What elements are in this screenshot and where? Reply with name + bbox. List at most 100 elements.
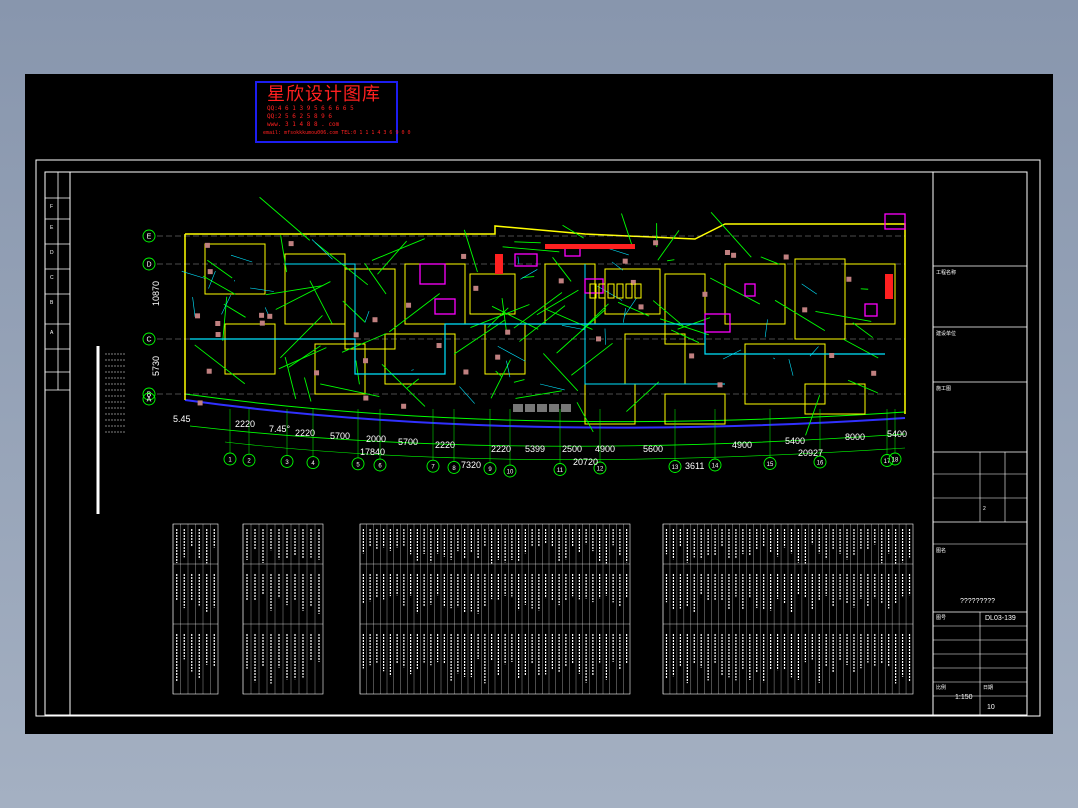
duct-52: [288, 345, 321, 368]
pipe-27: [622, 307, 626, 323]
tb-drawing-no: DL03-139: [985, 615, 1016, 622]
pipe-24: [411, 369, 414, 371]
axis-bubble-bottom-1: 1: [223, 409, 237, 466]
pipe-11: [192, 297, 196, 317]
duct-19: [847, 379, 878, 394]
axis-label: 2: [247, 459, 251, 465]
axis-label: 5: [356, 462, 360, 468]
duct-14: [223, 303, 246, 318]
duct-46: [652, 300, 684, 327]
column-14: [802, 307, 808, 313]
column-20: [461, 253, 467, 259]
duct-10: [388, 293, 440, 333]
stair-tread-3: [549, 404, 559, 412]
pipe-1: [773, 357, 776, 360]
floor-plan[interactable]: [157, 196, 906, 460]
column-29: [717, 382, 723, 388]
toilet-stall-4: [625, 283, 633, 299]
equipment-8: [864, 303, 878, 317]
drawing-border: [69, 171, 1028, 716]
column-34: [353, 332, 359, 338]
pipe-26: [520, 269, 538, 280]
column-8: [495, 354, 501, 360]
axis-bubble-bottom-4: 4: [306, 409, 320, 470]
pipe-23: [249, 287, 274, 292]
duct-1: [453, 319, 505, 355]
schedule-table-0: [172, 523, 219, 695]
rev-row-b: B: [50, 300, 54, 306]
axis-bubble-bottom-2: 2: [242, 409, 256, 467]
duct-4: [667, 259, 675, 262]
axis-bubble-bottom-15: 15: [763, 409, 777, 470]
column-6: [505, 329, 511, 335]
fixture-1: [495, 254, 503, 274]
duct-61: [552, 257, 572, 282]
axis-label: 14: [712, 464, 719, 470]
legend-list: [96, 346, 125, 514]
dim-segment-6: 5700: [398, 437, 419, 447]
tb-scale: 1:150: [955, 694, 973, 701]
duct-55: [774, 299, 826, 332]
column-15: [463, 369, 469, 375]
column-39: [689, 353, 695, 359]
rev-row-c: C: [50, 275, 54, 281]
title-block-frame: [932, 172, 1027, 715]
duct-33: [621, 213, 634, 249]
axis-bubble-bottom-3: 3: [280, 409, 294, 468]
watermark-line-4: email: mfsokkkumou006.com TEL:0 1 1 1 4 …: [263, 130, 411, 136]
column-18: [436, 343, 442, 349]
duct-2: [582, 303, 609, 330]
pipe-25: [809, 346, 819, 357]
column-35: [622, 258, 628, 264]
column-0: [267, 313, 273, 319]
equipment-6: [884, 213, 906, 230]
column-1: [724, 250, 730, 256]
duct-29: [571, 342, 613, 376]
column-31: [207, 269, 213, 275]
room-wall-0: [204, 243, 266, 295]
column-19: [259, 312, 265, 318]
dim-segment-15: 8000: [845, 432, 866, 442]
duct-39: [501, 298, 508, 335]
duct-11: [355, 360, 360, 385]
tb-scale-label: 比例: [936, 685, 947, 691]
duct-51: [815, 311, 872, 322]
duct-21: [342, 300, 366, 323]
tb-drawing-no-label: 图号: [936, 615, 947, 621]
dim-subtotal-4: 3611: [685, 461, 705, 471]
equipment-7: [704, 313, 731, 333]
duct-27: [626, 381, 660, 412]
room-wall-17: [804, 383, 866, 415]
tb-stage: 施工图: [936, 386, 952, 392]
watermark-line-2: QQ:2 5 6 2 5 8 9 6: [267, 113, 333, 120]
column-37: [259, 320, 265, 326]
duct-69: [852, 322, 874, 338]
axis-label: 3: [285, 460, 289, 466]
pipe-5: [801, 283, 817, 295]
axis-bubble-left-D: D: [142, 257, 156, 271]
axis-bubble-bottom-10: 10: [503, 409, 517, 478]
dim-segment-11: 4900: [595, 444, 616, 454]
toilet-stall-1: [598, 283, 606, 299]
column-30: [653, 240, 659, 246]
cad-drawing-canvas[interactable]: EDCBA1 2 3 4 5 6 7 8 9 10 11 12 13 14 15 16 17 18: [25, 74, 1053, 734]
column-25: [363, 358, 369, 364]
dim-left-vertical-1: 10870: [151, 280, 161, 306]
axis-label: C: [146, 337, 151, 344]
axis-bubble-left-E: E: [142, 229, 156, 243]
dim-subtotal-2: 7320: [461, 460, 482, 470]
equipment-5: [744, 283, 756, 297]
axis-label: 4: [311, 461, 315, 467]
column-4: [702, 291, 708, 297]
stair-tread-1: [525, 404, 535, 412]
rev-row-a: A: [50, 330, 54, 336]
axis-label: 9: [488, 467, 492, 473]
axis-label: 13: [672, 465, 679, 471]
watermark-line-3: www. 3 1 4 8 8 . com: [267, 121, 340, 128]
duct-54: [760, 256, 780, 265]
pipe-22: [230, 254, 253, 263]
tb-drawing-label: 图名: [936, 548, 947, 554]
column-11: [846, 276, 852, 282]
duct-30: [514, 241, 541, 244]
drawing-sheet[interactable]: E D C B A 1 2 3 4 5 6 7 8 9 10 11 12 13 14 15 16 17 18 星欣设计图库 …: [25, 74, 1053, 734]
